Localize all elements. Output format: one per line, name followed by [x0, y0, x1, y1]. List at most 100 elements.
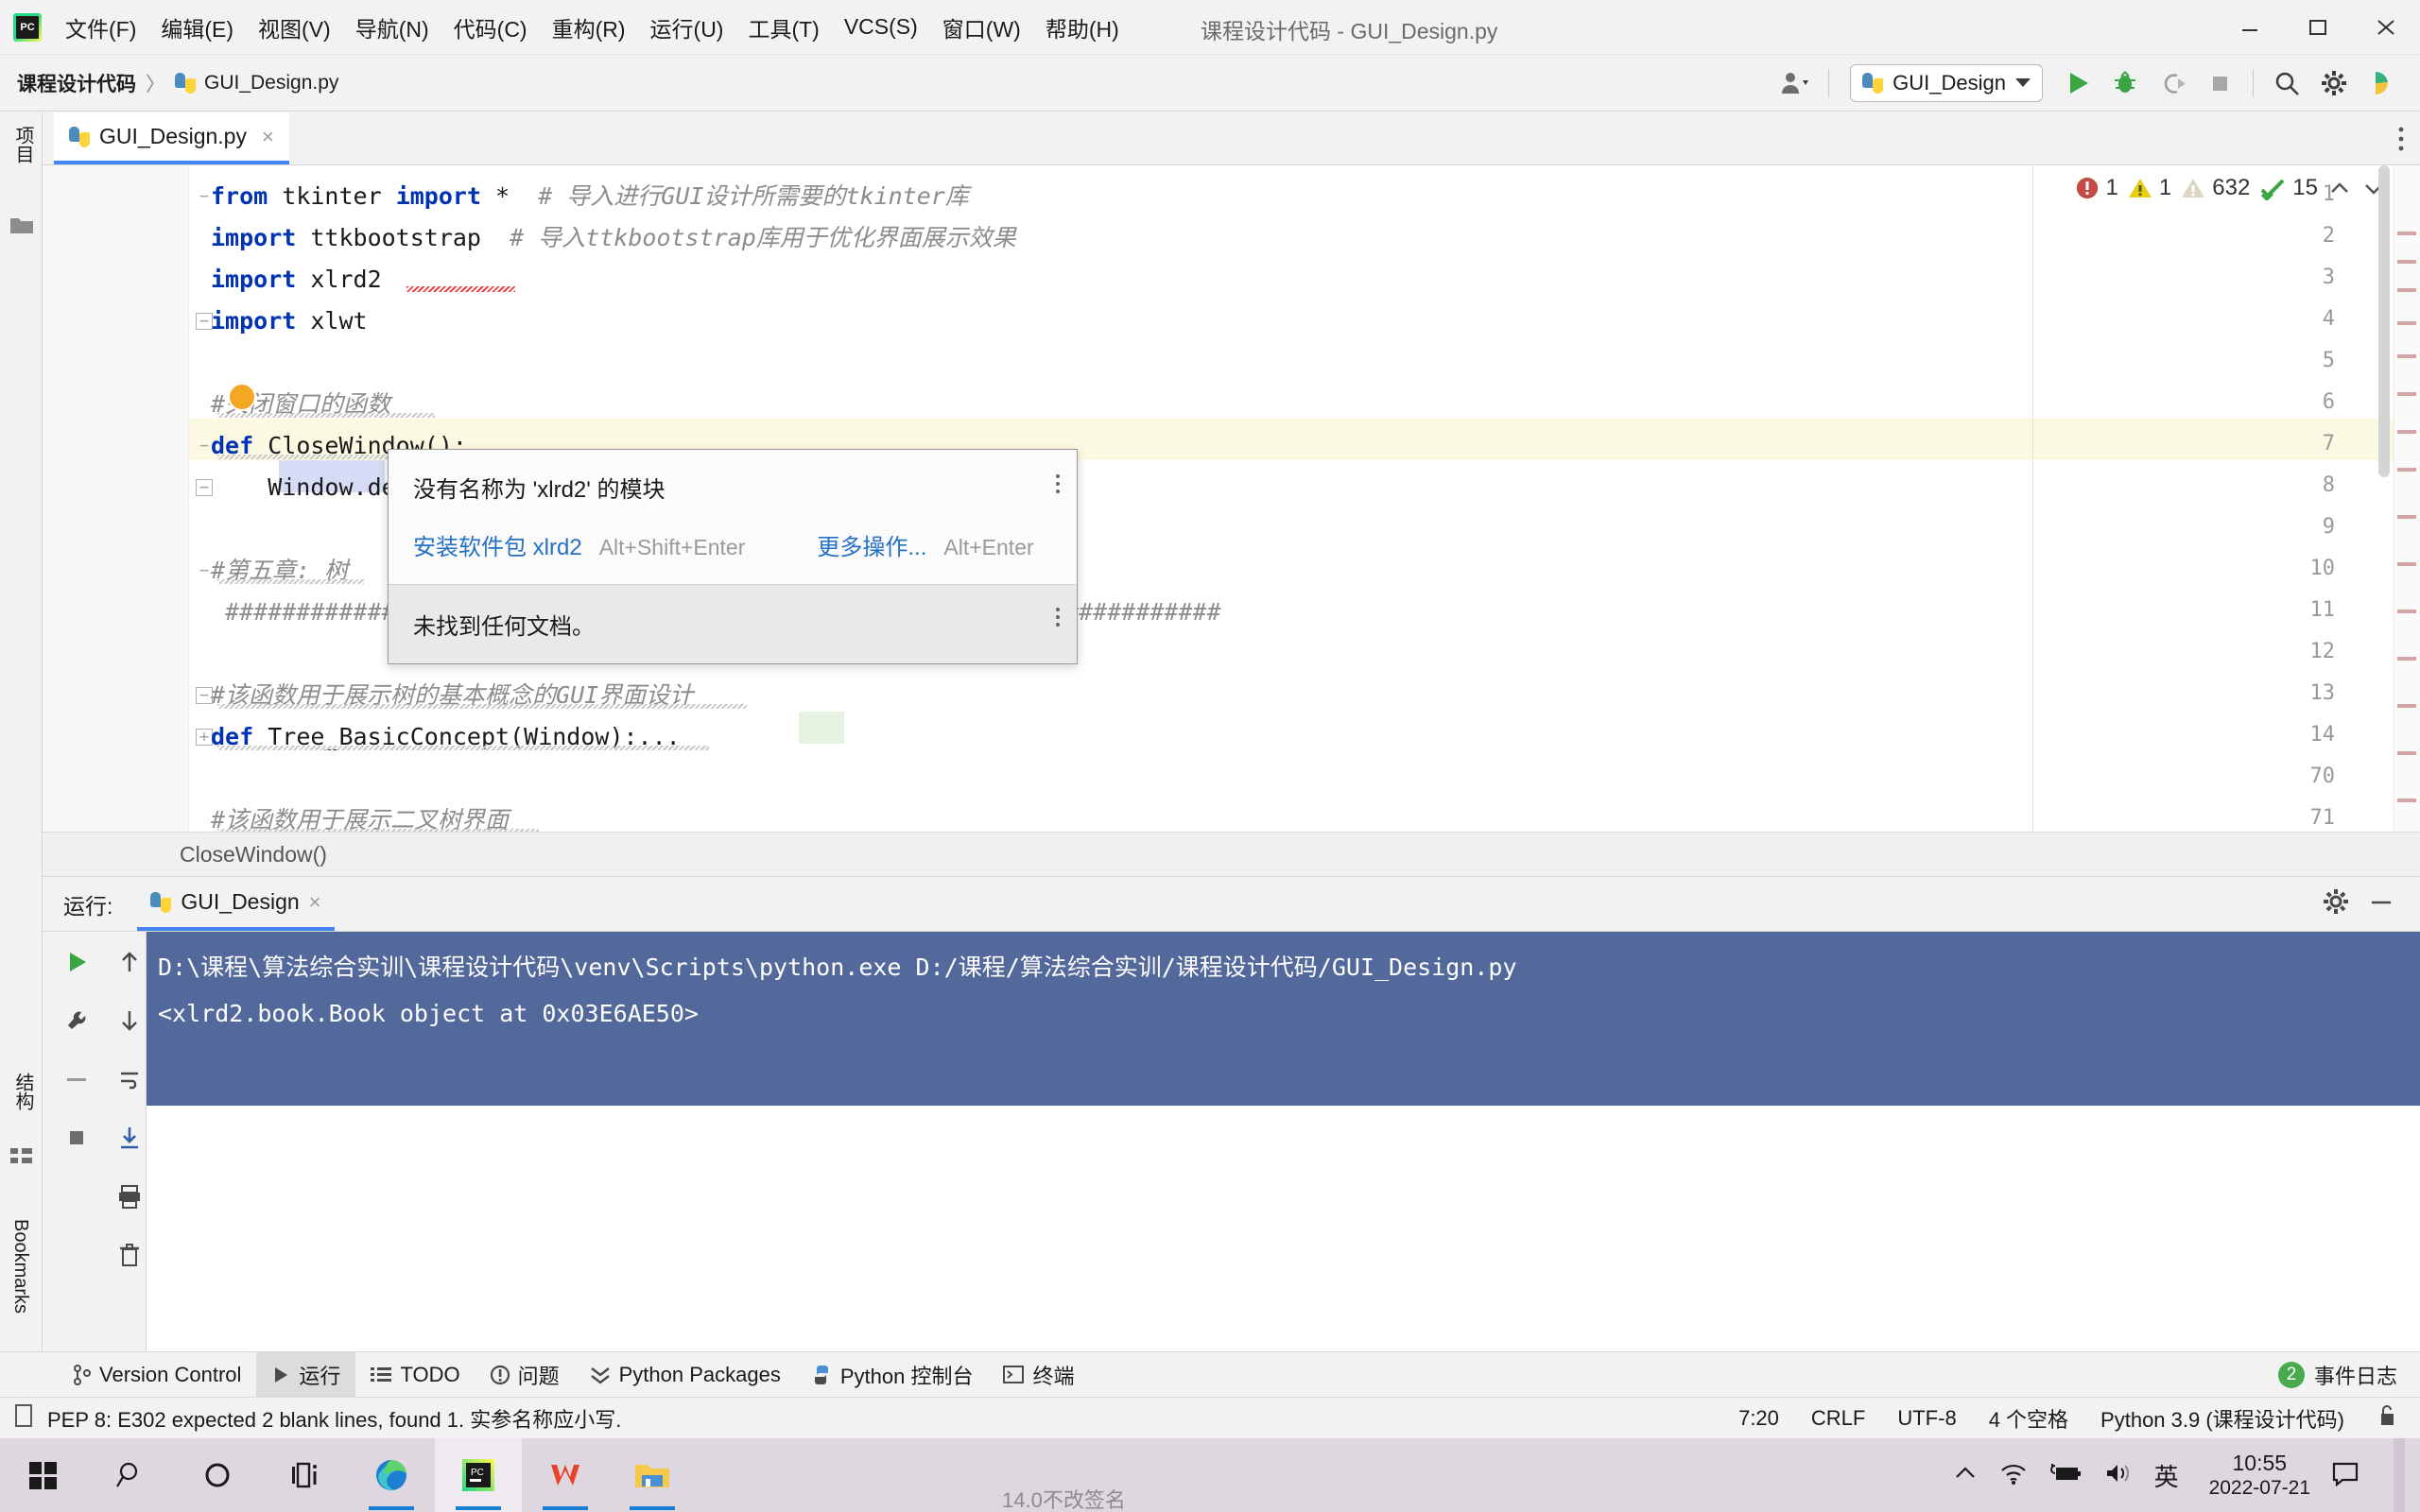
search-icon[interactable] [2265, 61, 2308, 105]
inspection-popup[interactable]: 没有名称为 'xlrd2' 的模块 安装软件包 xlrd2 Alt+Shift+… [388, 449, 1078, 664]
cortana-button[interactable] [174, 1438, 261, 1512]
line-separator[interactable]: CRLF [1811, 1406, 1865, 1431]
run-configuration-selector[interactable]: GUI_Design [1850, 63, 2043, 102]
editor-breadcrumb[interactable]: CloseWindow() [43, 832, 2420, 877]
python-interpreter[interactable]: Python 3.9 (课程设计代码) [2100, 1403, 2344, 1434]
rerun-icon[interactable] [56, 941, 97, 983]
chevron-up-icon[interactable] [2327, 176, 2352, 200]
battery-charging-icon[interactable] [2048, 1462, 2083, 1489]
close-icon[interactable] [2352, 0, 2420, 55]
start-button[interactable] [0, 1438, 87, 1512]
editor-gutter[interactable] [43, 165, 189, 832]
sidebar-item-bookmarks[interactable]: Bookmarks [9, 1213, 31, 1319]
error-count[interactable]: 1 [2075, 175, 2118, 201]
editor-tab-gui-design[interactable]: GUI_Design.py × [54, 112, 289, 164]
search-button[interactable] [87, 1438, 174, 1512]
menu-item-8[interactable]: 工具(T) [735, 8, 831, 47]
caret-position[interactable]: 7:20 [1738, 1406, 1779, 1431]
ime-indicator[interactable]: 英 [2154, 1458, 2179, 1493]
wps-button[interactable] [522, 1438, 609, 1512]
bottom-tab-7[interactable]: 终端 [988, 1352, 1089, 1398]
code-editor[interactable]: 1 2 3 4 5 6 7 8 9 10 11 12 13 14 70 71 − − − − − − + from tki… [43, 165, 2420, 832]
trash-icon[interactable] [109, 1234, 150, 1276]
menu-item-6[interactable]: 重构(R) [540, 8, 638, 47]
scroll-down-icon[interactable] [109, 1000, 150, 1041]
code-line[interactable]: import xlwt [211, 309, 368, 333]
run-icon[interactable] [2056, 61, 2100, 105]
code-line[interactable]: import xlrd2 [211, 267, 382, 291]
notification-icon[interactable] [2331, 1460, 2360, 1491]
run-tab-gui-design[interactable]: GUI_Design × [137, 877, 335, 931]
bottom-tab-2[interactable]: 运行 [256, 1351, 356, 1398]
menu-item-2[interactable]: 编辑(E) [148, 8, 246, 47]
run-settings-gear-icon[interactable] [2322, 887, 2350, 920]
bottom-tab-5[interactable]: Python Packages [575, 1352, 796, 1398]
menu-item-9[interactable]: VCS(S) [832, 10, 930, 43]
stop-process-icon[interactable] [56, 1117, 97, 1159]
editor-vertical-scrollbar[interactable] [2377, 165, 2392, 832]
menu-item-5[interactable]: 代码(C) [441, 8, 540, 47]
scrollbar-thumb[interactable] [2378, 165, 2390, 477]
intention-bulb-icon[interactable] [230, 385, 254, 409]
bottom-tab-3[interactable]: TODO [355, 1352, 475, 1398]
project-folder-icon[interactable] [9, 215, 34, 239]
popup-more-options-icon[interactable] [1056, 474, 1060, 493]
run-coverage-icon[interactable] [2151, 61, 2194, 105]
marker-bar[interactable] [2394, 165, 2420, 832]
task-view-button[interactable] [261, 1438, 348, 1512]
bottom-tab-4[interactable]: 问题 [475, 1352, 575, 1398]
show-desktop-button[interactable] [2394, 1438, 2405, 1512]
stop-icon[interactable] [2198, 61, 2241, 105]
maximize-icon[interactable] [2284, 0, 2352, 55]
taskbar-clock[interactable]: 10:55 2022-07-21 [2209, 1450, 2310, 1502]
breadcrumb-file[interactable]: GUI_Design.py [204, 72, 338, 94]
debug-icon[interactable] [2103, 61, 2147, 105]
install-package-link[interactable]: 安装软件包 xlrd2 [413, 528, 582, 561]
inspection-widget[interactable]: 1 1 632 15 [2075, 175, 2386, 201]
unlock-icon[interactable] [2377, 1403, 2397, 1433]
chevron-up-icon[interactable] [1952, 1464, 1979, 1487]
popup-doc-more-options-icon[interactable] [1056, 608, 1060, 627]
menu-item-1[interactable]: 文件(F) [53, 8, 148, 47]
wifi-icon[interactable] [1999, 1461, 2028, 1490]
explorer-button[interactable] [609, 1438, 696, 1512]
code-line[interactable]: from tkinter import * # 导入进行GUI设计所需要的tki… [211, 184, 969, 208]
close-run-tab-icon[interactable]: × [309, 890, 321, 915]
menu-item-11[interactable]: 帮助(H) [1033, 8, 1132, 47]
structure-icon[interactable] [9, 1145, 34, 1170]
bottom-tab-6[interactable]: Python 控制台 [796, 1352, 989, 1398]
soft-wrap-icon[interactable] [56, 1058, 97, 1100]
passed-count[interactable]: 15 [2259, 175, 2318, 201]
minimize-icon[interactable] [2216, 0, 2284, 55]
bottom-tab-1[interactable]: Version Control [57, 1352, 256, 1398]
edge-button[interactable] [348, 1438, 435, 1512]
menu-item-7[interactable]: 运行(U) [638, 8, 736, 47]
run-console-output[interactable]: D:\课程\算法综合实训\课程设计代码\venv\Scripts\python.… [147, 932, 2420, 1351]
use-soft-wraps-icon[interactable] [109, 1058, 150, 1100]
close-tab-icon[interactable]: × [262, 125, 274, 149]
print-icon[interactable] [109, 1176, 150, 1217]
event-log-area[interactable]: 2 事件日志 [2277, 1360, 2420, 1390]
weak-warning-count[interactable]: 632 [2181, 175, 2250, 201]
breadcrumb-project[interactable]: 课程设计代码 [17, 69, 136, 97]
sidebar-item-structure[interactable]: 结构 [9, 1067, 37, 1116]
updates-icon[interactable] [2360, 61, 2403, 105]
menu-item-4[interactable]: 导航(N) [343, 8, 441, 47]
hide-run-window-icon[interactable] [2367, 887, 2395, 920]
more-actions-link[interactable]: 更多操作... [817, 528, 926, 561]
sidebar-item-project[interactable]: 项目 [9, 120, 37, 169]
indent-setting[interactable]: 4 个空格 [1989, 1403, 2068, 1434]
speaker-icon[interactable] [2103, 1461, 2134, 1490]
menu-item-10[interactable]: 窗口(W) [930, 8, 1033, 47]
pycharm-button[interactable]: PC [435, 1438, 522, 1512]
file-encoding[interactable]: UTF-8 [1897, 1406, 1956, 1431]
scroll-up-icon[interactable] [109, 941, 150, 983]
warning-count[interactable]: 1 [2128, 175, 2171, 201]
tab-options-icon[interactable] [2397, 126, 2405, 159]
user-icon[interactable] [1773, 61, 1817, 105]
code-line[interactable]: import ttkbootstrap # 导入ttkbootstrap库用于优… [211, 226, 1016, 249]
wrench-icon[interactable] [56, 1000, 97, 1041]
menu-item-3[interactable]: 视图(V) [246, 8, 343, 47]
scroll-to-end-icon[interactable] [109, 1117, 150, 1159]
gear-icon[interactable] [2312, 61, 2356, 105]
